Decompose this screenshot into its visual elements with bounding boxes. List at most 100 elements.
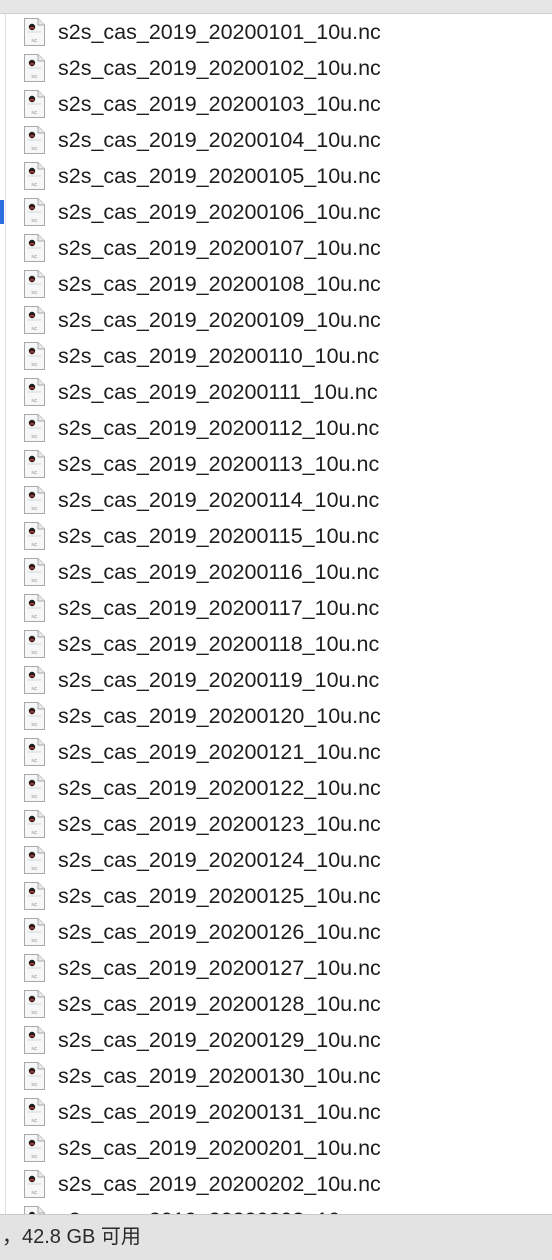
nc-file-icon-label: NC (31, 974, 37, 979)
file-row[interactable]: NC s2s_cas_2019_20200118_10u.nc (0, 626, 552, 662)
file-name: s2s_cas_2019_20200102_10u.nc (58, 56, 381, 80)
file-name: s2s_cas_2019_20200123_10u.nc (58, 812, 381, 836)
nc-file-icon-label: NC (31, 830, 37, 835)
nc-file-icon-label: NC (31, 434, 37, 439)
file-row[interactable]: NC s2s_cas_2019_20200201_10u.nc (0, 1130, 552, 1166)
nc-file-icon-label: NC (31, 938, 37, 943)
file-name: s2s_cas_2019_20200127_10u.nc (58, 956, 381, 980)
file-name: s2s_cas_2019_20200118_10u.nc (58, 632, 380, 656)
file-row[interactable]: NC s2s_cas_2019_20200117_10u.nc (0, 590, 552, 626)
file-row[interactable]: NC s2s_cas_2019_20200112_10u.nc (0, 410, 552, 446)
file-row[interactable]: NC s2s_cas_2019_20200102_10u.nc (0, 50, 552, 86)
file-row[interactable]: NC s2s_cas_2019_20200105_10u.nc (0, 158, 552, 194)
nc-document-icon: NC (24, 54, 45, 82)
file-row[interactable]: NC s2s_cas_2019_20200123_10u.nc (0, 806, 552, 842)
file-name: s2s_cas_2019_20200203_10u.nc (58, 1202, 381, 1214)
nc-document-icon: NC (24, 882, 45, 910)
nc-file-icon-label: NC (31, 110, 37, 115)
nc-document-icon: NC (24, 1170, 45, 1198)
nc-document-icon: NC (24, 630, 45, 658)
file-row[interactable]: NC s2s_cas_2019_20200131_10u.nc (0, 1094, 552, 1130)
file-row[interactable]: NC s2s_cas_2019_20200107_10u.nc (0, 230, 552, 266)
nc-document-icon: NC (24, 594, 45, 622)
file-name: s2s_cas_2019_20200130_10u.nc (58, 1064, 381, 1088)
file-name: s2s_cas_2019_20200111_10u.nc (58, 380, 378, 404)
nc-file-icon-label: NC (31, 218, 37, 223)
file-row[interactable]: NC s2s_cas_2019_20200101_10u.nc (0, 14, 552, 50)
nc-file-icon-label: NC (31, 1010, 37, 1015)
file-row[interactable]: NC s2s_cas_2019_20200128_10u.nc (0, 986, 552, 1022)
nc-document-icon: NC (24, 198, 45, 226)
nc-file-icon-label: NC (31, 146, 37, 151)
nc-document-icon: NC (24, 162, 45, 190)
file-name: s2s_cas_2019_20200120_10u.nc (58, 704, 381, 728)
nc-file-icon-label: NC (31, 542, 37, 547)
file-name: s2s_cas_2019_20200202_10u.nc (58, 1172, 381, 1196)
file-row[interactable]: NC s2s_cas_2019_20200202_10u.nc (0, 1166, 552, 1202)
file-list[interactable]: NC s2s_cas_2019_20200101_10u.nc NC s2s_cas_… (0, 14, 552, 1214)
file-name: s2s_cas_2019_20200103_10u.nc (58, 92, 381, 116)
file-name: s2s_cas_2019_20200101_10u.nc (58, 20, 381, 44)
file-name: s2s_cas_2019_20200117_10u.nc (58, 596, 380, 620)
file-row[interactable]: NC s2s_cas_2019_20200121_10u.nc (0, 734, 552, 770)
file-row[interactable]: NC s2s_cas_2019_20200127_10u.nc (0, 950, 552, 986)
file-name: s2s_cas_2019_20200114_10u.nc (58, 488, 380, 512)
nc-document-icon: NC (24, 774, 45, 802)
file-name: s2s_cas_2019_20200122_10u.nc (58, 776, 381, 800)
file-row[interactable]: NC s2s_cas_2019_20200109_10u.nc (0, 302, 552, 338)
nc-file-icon-label: NC (31, 254, 37, 259)
file-name: s2s_cas_2019_20200116_10u.nc (58, 560, 380, 584)
file-name: s2s_cas_2019_20200128_10u.nc (58, 992, 381, 1016)
file-name: s2s_cas_2019_20200104_10u.nc (58, 128, 381, 152)
file-row[interactable]: NC s2s_cas_2019_20200115_10u.nc (0, 518, 552, 554)
nc-document-icon: NC (24, 18, 45, 46)
nc-document-icon: NC (24, 1062, 45, 1090)
nc-document-icon: NC (24, 90, 45, 118)
file-name: s2s_cas_2019_20200126_10u.nc (58, 920, 381, 944)
nc-document-icon: NC (24, 954, 45, 982)
nc-file-icon-label: NC (31, 74, 37, 79)
file-row[interactable]: NC s2s_cas_2019_20200104_10u.nc (0, 122, 552, 158)
file-row[interactable]: NC s2s_cas_2019_20200106_10u.nc (0, 194, 552, 230)
file-name: s2s_cas_2019_20200125_10u.nc (58, 884, 381, 908)
nc-file-icon-label: NC (31, 650, 37, 655)
file-row[interactable]: NC s2s_cas_2019_20200120_10u.nc (0, 698, 552, 734)
nc-file-icon-label: NC (31, 1118, 37, 1123)
file-row[interactable]: NC s2s_cas_2019_20200119_10u.nc (0, 662, 552, 698)
nc-document-icon: NC (24, 810, 45, 838)
file-row[interactable]: NC s2s_cas_2019_20200130_10u.nc (0, 1058, 552, 1094)
file-row[interactable]: NC s2s_cas_2019_20200124_10u.nc (0, 842, 552, 878)
file-name: s2s_cas_2019_20200109_10u.nc (58, 308, 381, 332)
file-name: s2s_cas_2019_20200201_10u.nc (58, 1136, 381, 1160)
nc-document-icon: NC (24, 918, 45, 946)
file-row[interactable]: NC s2s_cas_2019_20200114_10u.nc (0, 482, 552, 518)
file-row[interactable]: NC s2s_cas_2019_20200129_10u.nc (0, 1022, 552, 1058)
nc-file-icon-label: NC (31, 1046, 37, 1051)
nc-file-icon-label: NC (31, 614, 37, 619)
nc-document-icon: NC (24, 414, 45, 442)
file-name: s2s_cas_2019_20200119_10u.nc (58, 668, 380, 692)
nc-file-icon-label: NC (31, 290, 37, 295)
file-name: s2s_cas_2019_20200129_10u.nc (58, 1028, 381, 1052)
nc-file-icon-label: NC (31, 794, 37, 799)
nc-file-icon-label: NC (31, 686, 37, 691)
nc-document-icon: NC (24, 558, 45, 586)
file-row[interactable]: NC s2s_cas_2019_20200126_10u.nc (0, 914, 552, 950)
file-row[interactable]: NC s2s_cas_2019_20200122_10u.nc (0, 770, 552, 806)
nc-file-icon-label: NC (31, 398, 37, 403)
file-row[interactable]: NC s2s_cas_2019_20200110_10u.nc (0, 338, 552, 374)
file-row[interactable]: NC s2s_cas_2019_20200116_10u.nc (0, 554, 552, 590)
file-row[interactable]: NC s2s_cas_2019_20200203_10u.nc (0, 1202, 552, 1214)
file-row[interactable]: NC s2s_cas_2019_20200108_10u.nc (0, 266, 552, 302)
file-row[interactable]: NC s2s_cas_2019_20200113_10u.nc (0, 446, 552, 482)
file-row[interactable]: NC s2s_cas_2019_20200103_10u.nc (0, 86, 552, 122)
file-row[interactable]: NC s2s_cas_2019_20200125_10u.nc (0, 878, 552, 914)
nc-document-icon: NC (24, 378, 45, 406)
nc-file-icon-label: NC (31, 1082, 37, 1087)
status-bar: ，42.8 GB 可用 (0, 1214, 552, 1260)
nc-document-icon: NC (24, 738, 45, 766)
file-row[interactable]: NC s2s_cas_2019_20200111_10u.nc (0, 374, 552, 410)
nc-file-icon-label: NC (31, 866, 37, 871)
nc-file-icon-label: NC (31, 182, 37, 187)
nc-document-icon: NC (24, 990, 45, 1018)
